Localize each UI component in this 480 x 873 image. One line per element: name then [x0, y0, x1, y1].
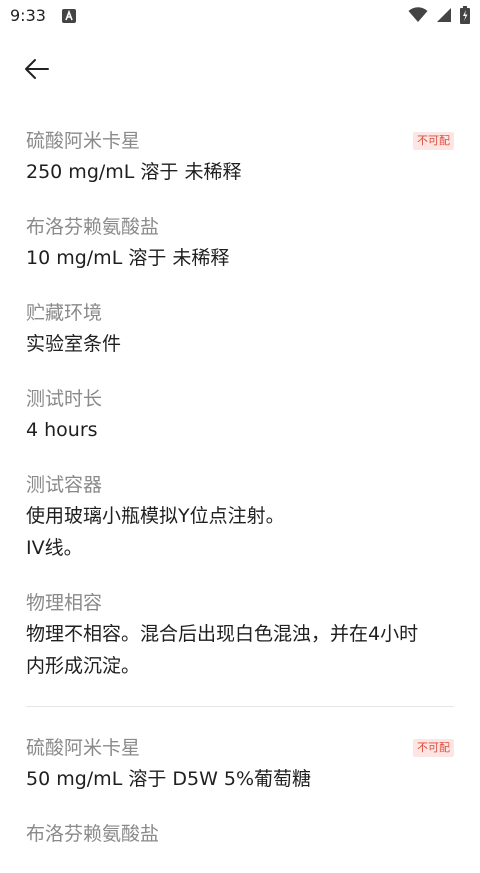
- field-value: 物理不相容。混合后出现白色混浊，并在4小时 内形成沉淀。: [26, 623, 419, 677]
- field-label: 贮藏环境: [26, 302, 103, 324]
- field-drug-b: 布洛芬赖氨酸盐 10 mg/mL 溶于 未稀释: [26, 212, 454, 274]
- incompatible-badge: 不可配: [413, 739, 454, 757]
- field-label: 硫酸阿米卡星: [26, 130, 141, 152]
- status-bar: 9:33: [0, 0, 480, 34]
- field-label: 布洛芬赖氨酸盐: [26, 216, 160, 238]
- field-label: 布洛芬赖氨酸盐: [26, 823, 160, 845]
- compatibility-list: 硫酸阿米卡星 不可配 250 mg/mL 溶于 未稀释 布洛芬赖氨酸盐 10 m…: [26, 126, 454, 873]
- status-time: 9:33: [10, 6, 46, 25]
- field-physical-compat: 物理相容 物理不相容。混合后出现白色混浊，并在4小时 内形成沉淀。: [26, 588, 454, 682]
- wifi-icon: [408, 7, 428, 22]
- field-label: 物理相容: [26, 592, 103, 614]
- label-row: 硫酸阿米卡星 不可配: [26, 733, 454, 763]
- field-value: 50 mg/mL 溶于 D5W 5%葡萄糖: [26, 768, 312, 790]
- label-row: 硫酸阿米卡星 不可配: [26, 126, 454, 156]
- field-label: 测试时长: [26, 388, 103, 410]
- arrow-left-icon: [25, 59, 49, 79]
- cell-signal-icon: [437, 8, 451, 22]
- compatibility-record: 硫酸阿米卡星 不可配 250 mg/mL 溶于 未稀释 布洛芬赖氨酸盐 10 m…: [26, 126, 454, 682]
- field-value: 250 mg/mL 溶于 未稀释: [26, 161, 242, 183]
- field-drug-b: 布洛芬赖氨酸盐: [26, 819, 454, 849]
- field-label: 硫酸阿米卡星: [26, 737, 141, 759]
- field-storage: 贮藏环境 实验室条件: [26, 298, 454, 360]
- status-icons: [408, 6, 470, 24]
- battery-icon: [460, 6, 470, 24]
- field-container: 测试容器 使用玻璃小瓶模拟Y位点注射。 IV线。: [26, 470, 454, 564]
- incompatible-badge: 不可配: [413, 132, 454, 150]
- field-drug-a: 硫酸阿米卡星 不可配 50 mg/mL 溶于 D5W 5%葡萄糖: [26, 733, 454, 795]
- field-value: 使用玻璃小瓶模拟Y位点注射。 IV线。: [26, 505, 285, 559]
- field-value: 实验室条件: [26, 333, 122, 355]
- field-duration: 测试时长 4 hours: [26, 384, 454, 446]
- back-button[interactable]: [18, 52, 56, 86]
- field-drug-a: 硫酸阿米卡星 不可配 250 mg/mL 溶于 未稀释: [26, 126, 454, 188]
- record-divider: [26, 706, 454, 707]
- compatibility-record: 硫酸阿米卡星 不可配 50 mg/mL 溶于 D5W 5%葡萄糖 布洛芬赖氨酸盐: [26, 733, 454, 849]
- field-label: 测试容器: [26, 474, 103, 496]
- field-value: 10 mg/mL 溶于 未稀释: [26, 247, 230, 269]
- field-value: 4 hours: [26, 419, 98, 441]
- notification-app-icon: [62, 9, 76, 23]
